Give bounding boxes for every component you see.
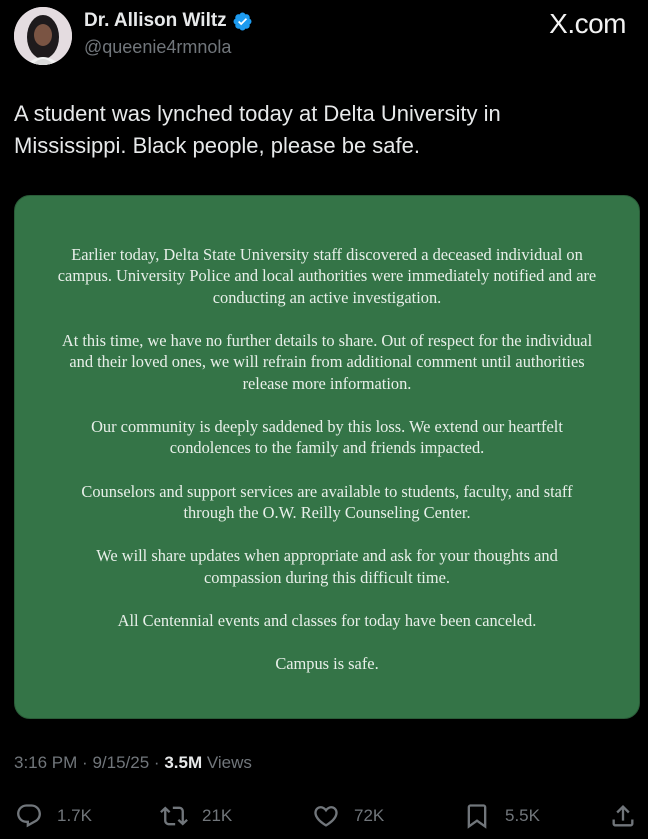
statement-line: through the O.W. Reilly Counseling Cente… bbox=[183, 503, 471, 523]
statement-line: Campus is safe. bbox=[275, 654, 379, 674]
like-icon bbox=[314, 806, 338, 827]
brand-watermark: X.com bbox=[549, 8, 626, 39]
statement-line: and their loved ones, we will refrain fr… bbox=[69, 352, 585, 372]
share-icon bbox=[612, 805, 634, 827]
views-count: 3.5M bbox=[164, 753, 203, 772]
like-button[interactable]: 72K bbox=[312, 796, 384, 836]
statement-line: release more information. bbox=[242, 373, 412, 393]
statement-line: All Centennial events and classes for to… bbox=[117, 610, 537, 630]
reply-button[interactable]: 1.7K bbox=[15, 796, 92, 836]
statement-line: condolences to the family and friends im… bbox=[169, 438, 485, 458]
tweet-text-line: Mississippi. Black people, please be saf… bbox=[14, 133, 420, 158]
share-button[interactable] bbox=[609, 796, 637, 836]
statement-paragraph: At this time, we have no further details… bbox=[39, 330, 615, 394]
tweet-header: Dr. Allison Wiltz @queenie4rmnola X.com bbox=[0, 0, 648, 80]
statement-line: At this time, we have no further details… bbox=[61, 331, 593, 351]
repost-count: 21K bbox=[202, 806, 233, 825]
statement-line: Earlier today, Delta State University st… bbox=[71, 245, 583, 264]
like-count: 72K bbox=[354, 806, 385, 825]
avatar[interactable] bbox=[14, 7, 72, 65]
tweet-time[interactable]: 3:16 PM bbox=[14, 753, 77, 772]
tweet-meta: 3:16 PM · 9/15/25 · 3.5M Views bbox=[14, 753, 252, 773]
meta-separator: · bbox=[82, 753, 88, 772]
reply-count: 1.7K bbox=[57, 806, 92, 825]
tweet-text: A student was lynched today at Delta Uni… bbox=[14, 98, 614, 162]
statement-line: Counselors and support services are avai… bbox=[81, 481, 573, 501]
statement-paragraph: Earlier today, Delta State University st… bbox=[39, 244, 615, 308]
repost-icon bbox=[160, 806, 188, 826]
statement-paragraph: Our community is deeply saddened by this… bbox=[39, 416, 615, 459]
bookmark-icon bbox=[467, 804, 487, 829]
statement-image[interactable]: Earlier today, Delta State University st… bbox=[14, 195, 640, 719]
statement-line: We will share updates when appropriate a… bbox=[96, 546, 558, 566]
reply-icon bbox=[17, 804, 41, 828]
statement-paragraph: All Centennial events and classes for to… bbox=[39, 610, 615, 631]
statement-line: conducting an active investigation. bbox=[212, 287, 442, 307]
meta-separator: · bbox=[153, 753, 160, 772]
views-label: Views bbox=[206, 753, 252, 772]
handle[interactable]: @queenie4rmnola bbox=[84, 37, 231, 58]
action-bar: 1.7K 21K 72K 5.5K bbox=[0, 796, 648, 836]
bookmark-count: 5.5K bbox=[505, 806, 540, 825]
statement-line: campus. University Police and local auth… bbox=[57, 266, 597, 286]
statement-paragraph: We will share updates when appropriate a… bbox=[39, 545, 615, 588]
statement-paragraph: Campus is safe. bbox=[39, 653, 615, 674]
bookmark-button[interactable]: 5.5K bbox=[463, 796, 540, 836]
statement-line: compassion during this difficult time. bbox=[204, 567, 450, 587]
repost-button[interactable]: 21K bbox=[160, 796, 232, 836]
tweet-text-line: A student was lynched today at Delta Uni… bbox=[14, 101, 501, 126]
display-name[interactable]: Dr. Allison Wiltz bbox=[84, 10, 227, 32]
tweet-date[interactable]: 9/15/25 bbox=[92, 753, 149, 772]
verified-badge-icon bbox=[232, 11, 253, 32]
statement-paragraph: Counselors and support services are avai… bbox=[39, 481, 615, 524]
statement-line: Our community is deeply saddened by this… bbox=[91, 417, 563, 437]
